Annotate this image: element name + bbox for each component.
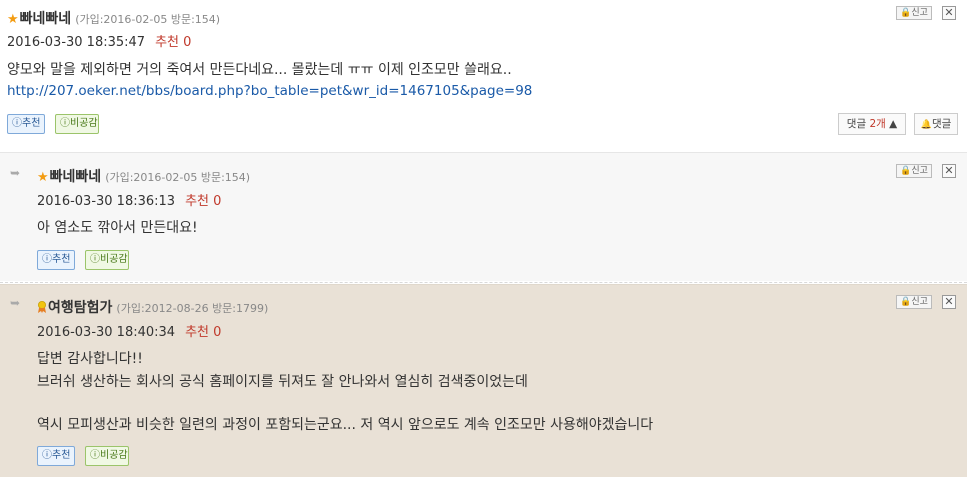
reply-arrow-icon: ➥ bbox=[10, 296, 21, 310]
author-name[interactable]: 빠네빠네 bbox=[20, 11, 72, 27]
dislike-icon: ⓘ bbox=[90, 254, 100, 265]
star-icon: ★ bbox=[37, 170, 49, 185]
comment-body-line: 브러쉬 생산하는 회사의 공식 홈페이지를 뒤져도 잘 안나와서 열심히 검색중… bbox=[37, 374, 528, 390]
dislike-button[interactable]: ⓘ비공감 bbox=[55, 114, 99, 134]
author-name[interactable]: 빠네빠네 bbox=[50, 169, 102, 185]
author-meta: (가입:2016-02-05 방문:154) bbox=[75, 13, 221, 26]
dislike-icon: ⓘ bbox=[90, 450, 100, 461]
like-icon: ⓘ bbox=[12, 118, 22, 129]
medal-icon bbox=[38, 301, 46, 313]
bell-icon: 🔔 bbox=[920, 120, 932, 130]
comment-body: 아 염소도 깎아서 만든대요! bbox=[37, 220, 198, 236]
comment-date: 2016-03-30 18:40:34 bbox=[37, 325, 176, 340]
author-meta: (가입:2016-02-05 방문:154) bbox=[105, 171, 251, 184]
recommend-count: 추천 0 bbox=[185, 325, 222, 340]
report-button[interactable]: 🔒신고 bbox=[896, 164, 932, 178]
dislike-button[interactable]: ⓘ비공감 bbox=[85, 250, 129, 270]
caret-up-icon: ▲ bbox=[889, 118, 898, 130]
comment-body: 양모와 말을 제외하면 거의 죽여서 만든다네요... 몰랐는데 ㅠㅠ 이제 인… bbox=[7, 62, 512, 78]
close-button[interactable]: ✕ bbox=[942, 295, 956, 309]
like-icon: ⓘ bbox=[42, 450, 52, 461]
like-icon: ⓘ bbox=[42, 254, 52, 265]
report-button[interactable]: 🔒신고 bbox=[896, 6, 932, 20]
comment-author-row: 여행탐험가 (가입:2012-08-26 방문:1799) bbox=[37, 297, 268, 317]
like-button[interactable]: ⓘ추천 bbox=[7, 114, 45, 134]
divider bbox=[0, 282, 967, 283]
like-button[interactable]: ⓘ추천 bbox=[37, 446, 75, 466]
lock-icon: 🔒 bbox=[900, 297, 912, 307]
comment-date-row: 2016-03-30 18:35:47 추천 0 bbox=[7, 31, 191, 50]
comment-author-row: ★빠네빠네 (가입:2016-02-05 방문:154) bbox=[37, 166, 250, 186]
comment-1: ★빠네빠네 (가입:2016-02-05 방문:154) 2016-03-30 1… bbox=[0, 0, 967, 142]
comment-author-row: ★빠네빠네 (가입:2016-02-05 방문:154) bbox=[7, 8, 220, 28]
comment-toggle-button[interactable]: 댓글 2개 ▲ bbox=[838, 113, 906, 135]
close-button[interactable]: ✕ bbox=[942, 164, 956, 178]
lock-icon: 🔒 bbox=[900, 8, 912, 18]
comment-body-line: 역시 모피생산과 비슷한 일련의 과정이 포함되는군요... 저 역시 앞으로도… bbox=[37, 417, 654, 433]
dislike-icon: ⓘ bbox=[60, 118, 70, 129]
star-icon: ★ bbox=[7, 12, 19, 27]
comment-date: 2016-03-30 18:35:47 bbox=[7, 35, 146, 50]
author-meta: (가입:2012-08-26 방문:1799) bbox=[116, 302, 269, 315]
comment-3: ➥ 여행탐험가 (가입:2012-08-26 방문:1799) 2016-03-3… bbox=[0, 284, 967, 477]
comment-2: ➥ ★빠네빠네 (가입:2016-02-05 방문:154) 2016-03-30… bbox=[0, 152, 967, 281]
comment-date-row: 2016-03-30 18:40:34 추천 0 bbox=[37, 321, 221, 340]
dislike-button[interactable]: ⓘ비공감 bbox=[85, 446, 129, 466]
close-button[interactable]: ✕ bbox=[942, 6, 956, 20]
lock-icon: 🔒 bbox=[900, 166, 912, 176]
report-button[interactable]: 🔒신고 bbox=[896, 295, 932, 309]
comment-link[interactable]: http://207.oeker.net/bbs/board.php?bo_ta… bbox=[7, 83, 532, 99]
author-name[interactable]: 여행탐험가 bbox=[48, 300, 112, 316]
recommend-count: 추천 0 bbox=[155, 35, 192, 50]
reply-arrow-icon: ➥ bbox=[10, 166, 21, 180]
comment-date: 2016-03-30 18:36:13 bbox=[37, 194, 176, 209]
recommend-count: 추천 0 bbox=[185, 194, 222, 209]
comment-body-line: 답변 감사합니다!! bbox=[37, 351, 143, 367]
comment-date-row: 2016-03-30 18:36:13 추천 0 bbox=[37, 190, 221, 209]
reply-button[interactable]: 🔔댓글 bbox=[914, 113, 958, 135]
like-button[interactable]: ⓘ추천 bbox=[37, 250, 75, 270]
